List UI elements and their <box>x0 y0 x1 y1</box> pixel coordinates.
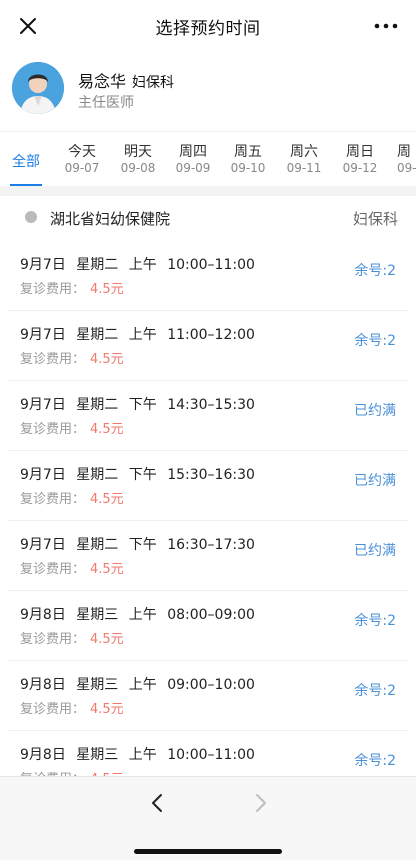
slot-row[interactable]: 9月7日 星期二 下午 16:30–17:30 复诊费用： 4.5元 已约满 <box>8 520 408 591</box>
fee-label: 复诊费用： <box>20 632 86 647</box>
slot-status[interactable]: 余号:2 <box>354 750 396 770</box>
tab-date[interactable]: 周日 09-12 <box>334 132 386 186</box>
section-divider <box>0 186 416 196</box>
tab-weekday: 今天 <box>68 144 96 160</box>
fee-label: 复诊费用： <box>20 492 86 507</box>
forward-arrow-icon <box>256 794 266 812</box>
tab-weekday: 周四 <box>179 144 207 160</box>
tab-date-label: 09- <box>397 161 416 175</box>
tab-date[interactable]: 周四 09-09 <box>167 132 219 186</box>
slot-row[interactable]: 9月7日 星期二 上午 10:00–11:00 复诊费用： 4.5元 余号:2 <box>8 240 408 311</box>
tab-weekday: 周日 <box>346 144 374 160</box>
tab-date[interactable]: 明天 09-08 <box>112 132 164 186</box>
slot-status: 已约满 <box>354 403 396 419</box>
slot-status[interactable]: 余号:2 <box>354 330 396 350</box>
bottom-nav-bar <box>0 776 416 860</box>
doctor-card: 易念华 妇保科 主任医师 <box>0 62 416 122</box>
fee-value: 4.5元 <box>90 352 124 367</box>
slot-row[interactable]: 9月8日 星期三 上午 09:00–10:00 复诊费用： 4.5元 余号:2 <box>8 660 408 731</box>
tab-date-label: 09-09 <box>175 161 211 175</box>
date-tabs: 全部 今天 09-07 明天 09-08 周四 09-09 周五 09-10 周… <box>0 131 416 187</box>
slot-time: 9月8日 星期三 上午 08:00–09:00 <box>20 607 255 623</box>
slot-status[interactable]: 余号:2 <box>354 680 396 700</box>
hospital-name: 湖北省妇幼保健院 <box>50 210 171 228</box>
tab-date-label: 09-07 <box>64 161 100 175</box>
doctor-name: 易念华 <box>78 72 127 91</box>
fee-value: 4.5元 <box>90 768 124 776</box>
doctor-name-line: 易念华 妇保科 <box>78 68 174 92</box>
home-indicator[interactable] <box>134 849 282 854</box>
slot-row[interactable]: 9月7日 星期二 下午 15:30–16:30 复诊费用： 4.5元 已约满 <box>8 450 408 521</box>
doctor-avatar <box>12 62 64 114</box>
fee-label: 复诊费用： <box>20 702 86 717</box>
hospital-header: 湖北省妇幼保健院 妇保科 <box>0 196 416 240</box>
slot-status: 已约满 <box>354 473 396 489</box>
tab-date[interactable]: 周五 09-10 <box>222 132 274 186</box>
tab-date-label: 09-08 <box>120 161 156 175</box>
slot-time: 9月7日 星期二 上午 10:00–11:00 <box>20 257 255 273</box>
fee-value: 4.5元 <box>90 282 124 297</box>
slot-list: 9月7日 星期二 上午 10:00–11:00 复诊费用： 4.5元 余号:2 … <box>0 240 416 776</box>
slot-time: 9月7日 星期二 下午 14:30–15:30 <box>20 397 255 413</box>
more-icon[interactable] <box>372 14 400 38</box>
fee-value: 4.5元 <box>90 422 124 437</box>
fee-label: 复诊费用： <box>20 352 86 367</box>
tab-date-label: 09-12 <box>342 161 378 175</box>
tab-date-label: 09-11 <box>286 161 322 175</box>
tab-weekday: 周六 <box>290 144 318 160</box>
slot-row[interactable]: 9月8日 星期三 上午 10:00–11:00 复诊费用： 4.5元 余号:2 <box>8 730 408 776</box>
slot-row[interactable]: 9月8日 星期三 上午 08:00–09:00 复诊费用： 4.5元 余号:2 <box>8 590 408 661</box>
nav-header: 选择预约时间 <box>0 0 416 52</box>
tab-date-label: 09-10 <box>230 161 266 175</box>
page-title: 选择预约时间 <box>155 18 261 39</box>
fee-label: 复诊费用： <box>20 768 85 776</box>
fee-value: 4.5元 <box>90 702 124 717</box>
fee-label: 复诊费用： <box>20 282 86 297</box>
doctor-title: 主任医师 <box>78 95 134 111</box>
slot-time: 9月7日 星期二 上午 11:00–12:00 <box>20 327 255 343</box>
fee-value: 4.5元 <box>90 562 124 577</box>
tab-date[interactable]: 今天 09-07 <box>56 132 108 186</box>
fee-value: 4.5元 <box>90 492 124 507</box>
slot-status: 已约满 <box>354 543 396 559</box>
tab-weekday: 周五 <box>234 144 262 160</box>
back-arrow-icon[interactable] <box>146 791 170 815</box>
close-icon[interactable] <box>16 14 40 38</box>
tab-date[interactable]: 周六 09-11 <box>278 132 330 186</box>
tab-date[interactable]: 周 09- <box>397 132 416 186</box>
fee-label: 复诊费用： <box>20 422 86 437</box>
slot-status[interactable]: 余号:2 <box>354 260 396 280</box>
slot-row[interactable]: 9月7日 星期二 上午 11:00–12:00 复诊费用： 4.5元 余号:2 <box>8 310 408 381</box>
tab-label: 全部 <box>12 154 40 170</box>
fee-label: 复诊费用： <box>20 562 86 577</box>
slot-time: 9月8日 星期三 上午 09:00–10:00 <box>20 677 255 693</box>
slot-time: 9月8日 星期三 上午 10:00–11:00 <box>20 747 255 763</box>
fee-value: 4.5元 <box>90 632 124 647</box>
hospital-dot-icon <box>25 211 37 223</box>
tab-weekday: 明天 <box>124 144 152 160</box>
tab-all[interactable]: 全部 <box>4 132 48 186</box>
slot-time: 9月7日 星期二 下午 15:30–16:30 <box>20 467 255 483</box>
doctor-dept: 妇保科 <box>132 75 175 91</box>
slot-time: 9月7日 星期二 下午 16:30–17:30 <box>20 537 255 553</box>
tab-weekday: 周 <box>397 144 411 160</box>
slot-row[interactable]: 9月7日 星期二 下午 14:30–15:30 复诊费用： 4.5元 已约满 <box>8 380 408 451</box>
slot-status[interactable]: 余号:2 <box>354 610 396 630</box>
hospital-dept: 妇保科 <box>352 210 398 228</box>
